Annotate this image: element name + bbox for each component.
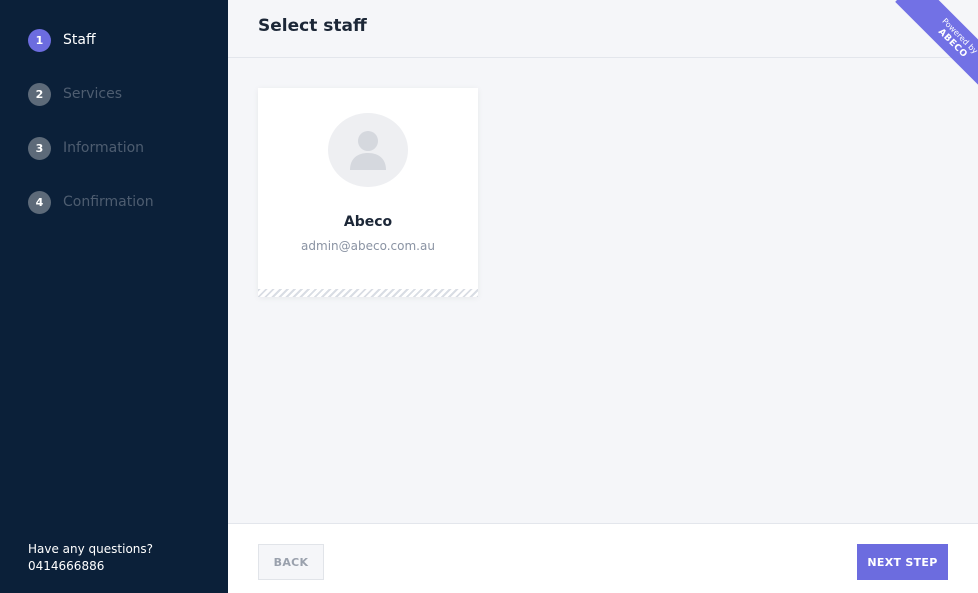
help-contact: Have any questions? 0414666886 (28, 541, 153, 575)
step-confirmation[interactable]: 4 Confirmation (28, 190, 154, 214)
main-panel: Select staff Powered by ABECO Abeco admi… (228, 0, 978, 593)
step-label: Staff (63, 32, 96, 48)
user-silhouette-icon (350, 131, 386, 170)
user-avatar-icon (328, 113, 408, 187)
step-number: 3 (28, 136, 51, 160)
powered-by-ribbon[interactable]: Powered by ABECO (878, 0, 978, 100)
help-text: Have any questions? (28, 542, 154, 556)
staff-card[interactable]: Abeco admin@abeco.com.au (258, 88, 478, 297)
ribbon-banner: Powered by ABECO (895, 0, 978, 100)
back-button[interactable]: BACK (258, 544, 324, 580)
step-number: 1 (28, 28, 51, 52)
staff-email: admin@abeco.com.au (301, 239, 435, 253)
step-number: 2 (28, 82, 51, 106)
page-header: Select staff Powered by ABECO (228, 0, 978, 100)
step-label: Confirmation (63, 194, 154, 210)
step-staff[interactable]: 1 Staff (28, 28, 96, 52)
page-title: Select staff (258, 16, 367, 36)
staff-name: Abeco (343, 214, 393, 230)
step-label: Information (63, 140, 145, 156)
sidebar: 1 Staff 2 Services 3 Information 4 Confi… (0, 0, 228, 593)
footer-bar: BACK NEXT STEP (228, 523, 978, 593)
step-services[interactable]: 2 Services (28, 82, 122, 106)
card-stripe-decoration (258, 289, 478, 297)
next-step-button[interactable]: NEXT STEP (857, 544, 948, 580)
step-number: 4 (28, 190, 51, 214)
help-phone[interactable]: 0414666886 (28, 558, 153, 575)
step-label: Services (63, 86, 123, 102)
step-information[interactable]: 3 Information (28, 136, 144, 160)
